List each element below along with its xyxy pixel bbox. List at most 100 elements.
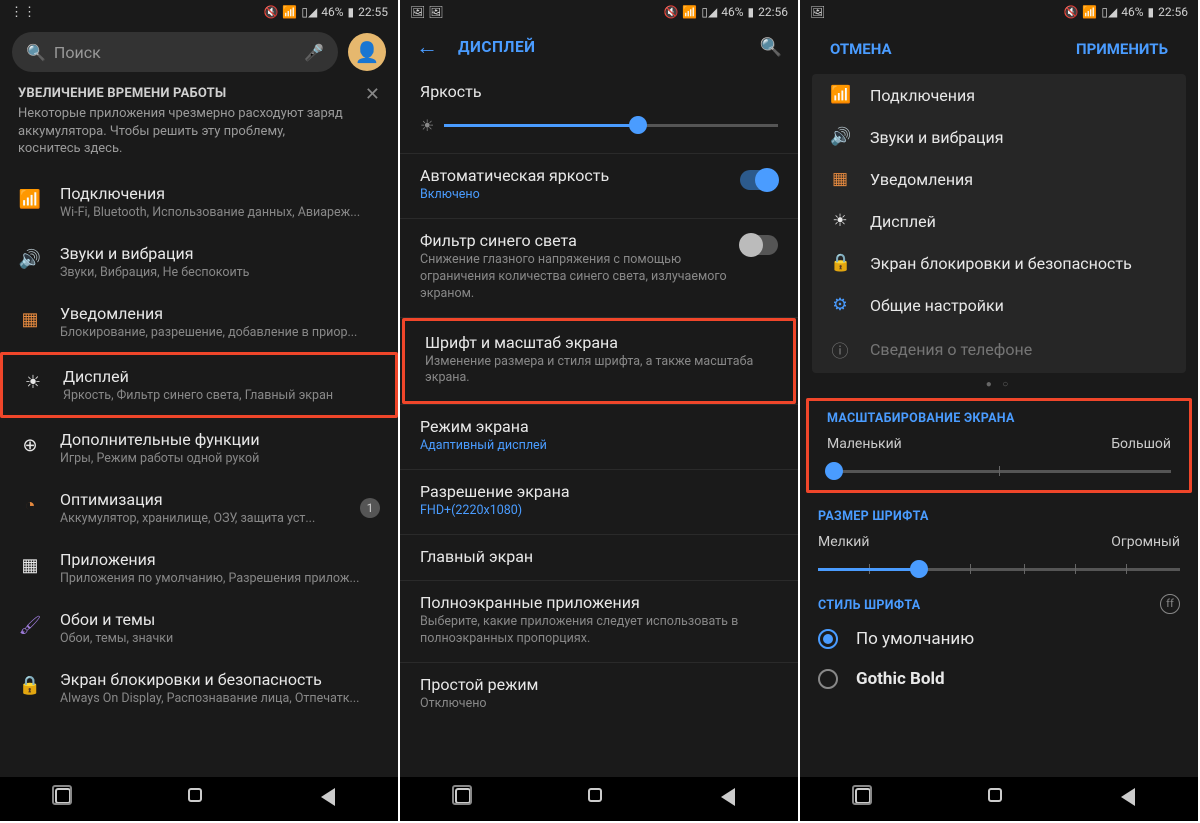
resolution-row[interactable]: Разрешение экрана FHD+(2220x1080) — [400, 470, 798, 534]
auto-brightness-sub: Включено — [420, 187, 740, 204]
cat-label: Уведомления — [870, 170, 973, 189]
font-scale-sub: Изменение размера и стиля шрифта, а такж… — [425, 354, 773, 388]
close-icon[interactable]: ✕ — [365, 84, 380, 105]
back-button[interactable] — [1121, 788, 1143, 810]
preview-row: ☀ Дисплей — [812, 200, 1186, 242]
wifi-icon: 📶 — [1082, 5, 1097, 19]
row-icon: ☀ — [21, 371, 45, 395]
statusbar: 🖼 🖼 🔇 📶 ▯◢ 46% ▮ 22:56 — [400, 0, 798, 24]
signal-icon: ▯◢ — [701, 5, 717, 19]
resolution-sub: FHD+(2220x1080) — [420, 503, 778, 520]
row-icon: ⊕ — [18, 434, 42, 458]
avatar[interactable]: 👤 — [348, 33, 386, 71]
resolution-title: Разрешение экрана — [420, 482, 778, 501]
mic-icon[interactable]: 🎤 — [304, 43, 324, 62]
row-title: Звуки и вибрация — [60, 244, 380, 263]
back-button[interactable] — [321, 788, 343, 810]
statusbar: ⋮⋮ 🔇 📶 ▯◢ 46% ▮ 22:55 — [0, 0, 398, 24]
home-screen-row[interactable]: Главный экран — [400, 535, 798, 580]
row-icon: 🖌 — [18, 614, 42, 638]
row-sub: Wi-Fi, Bluetooth, Использование данных, … — [60, 205, 380, 220]
home-button[interactable] — [988, 788, 1010, 810]
more-icon: ⋮⋮ — [10, 5, 36, 20]
row-sub: Яркость, Фильтр синего света, Главный эк… — [63, 388, 377, 403]
recents-button[interactable] — [455, 788, 477, 810]
back-button[interactable] — [721, 788, 743, 810]
cat-label: Общие настройки — [870, 296, 1004, 315]
brightness-slider[interactable]: ☀ — [420, 111, 778, 139]
screenshot-icon: 🖼 — [810, 5, 825, 19]
scale-min: Маленький — [827, 436, 902, 452]
font-scale-title: Шрифт и масштаб экрана — [425, 333, 773, 352]
blue-filter-sub: Снижение глазного напряжения с помощью о… — [420, 252, 740, 303]
navbar — [400, 777, 798, 821]
screen-scale-slider[interactable] — [827, 462, 1171, 480]
settings-row-дисплей[interactable]: ☀ Дисплей Яркость, Фильтр синего света, … — [0, 352, 398, 418]
preview-row: ⓘ Сведения о телефоне — [812, 326, 1186, 373]
apply-button[interactable]: ПРИМЕНИТЬ — [1076, 40, 1168, 58]
font-default-label: По умолчанию — [856, 629, 974, 649]
search-icon[interactable]: 🔍 — [760, 37, 782, 58]
font-size-label: РАЗМЕР ШРИФТА — [800, 499, 1198, 530]
search-input[interactable]: 🔍 Поиск 🎤 — [12, 32, 338, 72]
preview-row: 🔒 Экран блокировки и безопасность — [812, 242, 1186, 284]
row-title: Подключения — [60, 184, 380, 203]
battery-pct: 46% — [321, 5, 343, 19]
screen-mode-row[interactable]: Режим экрана Адаптивный дисплей — [400, 405, 798, 469]
fullscreen-apps-row[interactable]: Полноэкранные приложения Выберите, какие… — [400, 581, 798, 662]
wifi-icon: 📶 — [682, 5, 697, 19]
wifi-icon: 📶 — [282, 5, 297, 19]
easy-mode-row[interactable]: Простой режим Отключено — [400, 663, 798, 727]
settings-row-дополнительные-функции[interactable]: ⊕ Дополнительные функции Игры, Режим раб… — [0, 418, 398, 478]
preview-row: 🔊 Звуки и вибрация — [812, 116, 1186, 158]
cat-icon: ▦ — [830, 169, 850, 189]
cat-icon: 🔒 — [830, 253, 850, 273]
font-scale-row[interactable]: Шрифт и масштаб экрана Изменение размера… — [402, 318, 796, 405]
font-style-label: СТИЛЬ ШРИФТА — [800, 588, 1160, 619]
cancel-button[interactable]: ОТМЕНА — [830, 40, 892, 58]
auto-brightness-row[interactable]: Автоматическая яркость Включено — [400, 154, 798, 218]
recents-button[interactable] — [55, 788, 77, 810]
back-arrow-icon[interactable]: ← — [416, 34, 438, 60]
radio-icon — [818, 669, 838, 689]
home-button[interactable] — [188, 788, 210, 810]
row-sub: Приложения по умолчанию, Разрешения прил… — [60, 571, 380, 586]
home-button[interactable] — [588, 788, 610, 810]
page-title: ДИСПЛЕЙ — [458, 38, 536, 56]
cat-label: Экран блокировки и безопасность — [870, 254, 1132, 273]
font-download-icon[interactable]: ff — [1160, 594, 1180, 614]
row-title: Оптимизация — [60, 490, 342, 509]
cat-label: Подключения — [870, 86, 975, 105]
blue-filter-toggle[interactable] — [740, 235, 778, 255]
settings-row-уведомления[interactable]: ▦ Уведомления Блокирование, разрешение, … — [0, 292, 398, 352]
mute-icon: 🔇 — [1063, 5, 1078, 19]
radio-icon — [818, 629, 838, 649]
row-icon: ▦ — [18, 554, 42, 578]
cat-icon: 📶 — [830, 85, 850, 105]
battery-icon: ▮ — [348, 5, 355, 19]
settings-row-экран-блокировки-и-безопасность[interactable]: 🔒 Экран блокировки и безопасность Always… — [0, 658, 398, 718]
screen-scale-label: МАСШТАБИРОВАНИЕ ЭКРАНА — [809, 401, 1189, 432]
font-default-option[interactable]: По умолчанию — [800, 619, 1198, 659]
settings-row-приложения[interactable]: ▦ Приложения Приложения по умолчанию, Ра… — [0, 538, 398, 598]
scale-max: Большой — [1111, 436, 1171, 452]
phone-settings-main: ⋮⋮ 🔇 📶 ▯◢ 46% ▮ 22:55 🔍 Поиск 🎤 👤 УВЕЛИЧ… — [0, 0, 398, 821]
settings-row-оптимизация[interactable]: ◔ Оптимизация Аккумулятор, хранилище, ОЗ… — [0, 478, 398, 538]
font-gothic-option[interactable]: Gothic Bold — [800, 659, 1198, 699]
settings-row-звуки-и-вибрация[interactable]: 🔊 Звуки и вибрация Звуки, Вибрация, Не б… — [0, 232, 398, 292]
signal-icon: ▯◢ — [1101, 5, 1117, 19]
recents-button[interactable] — [855, 788, 877, 810]
preview-row: ▦ Уведомления — [812, 158, 1186, 200]
font-size-slider[interactable] — [818, 560, 1180, 578]
row-title: Экран блокировки и безопасность — [60, 670, 380, 689]
settings-row-обои-и-темы[interactable]: 🖌 Обои и темы Обои, темы, значки — [0, 598, 398, 658]
battery-pct: 46% — [1121, 5, 1143, 19]
preview-panel: 📶 Подключения🔊 Звуки и вибрация▦ Уведомл… — [812, 74, 1186, 373]
auto-brightness-toggle[interactable] — [740, 170, 778, 190]
signal-icon: ▯◢ — [301, 5, 317, 19]
tip-text: Некоторые приложения чрезмерно расходуют… — [18, 105, 380, 158]
blue-filter-row[interactable]: Фильтр синего света Снижение глазного на… — [400, 219, 798, 317]
settings-row-подключения[interactable]: 📶 Подключения Wi-Fi, Bluetooth, Использо… — [0, 172, 398, 232]
battery-tip-card[interactable]: УВЕЛИЧЕНИЕ ВРЕМЕНИ РАБОТЫ Некоторые прил… — [0, 80, 398, 172]
row-icon: 📶 — [18, 188, 42, 212]
